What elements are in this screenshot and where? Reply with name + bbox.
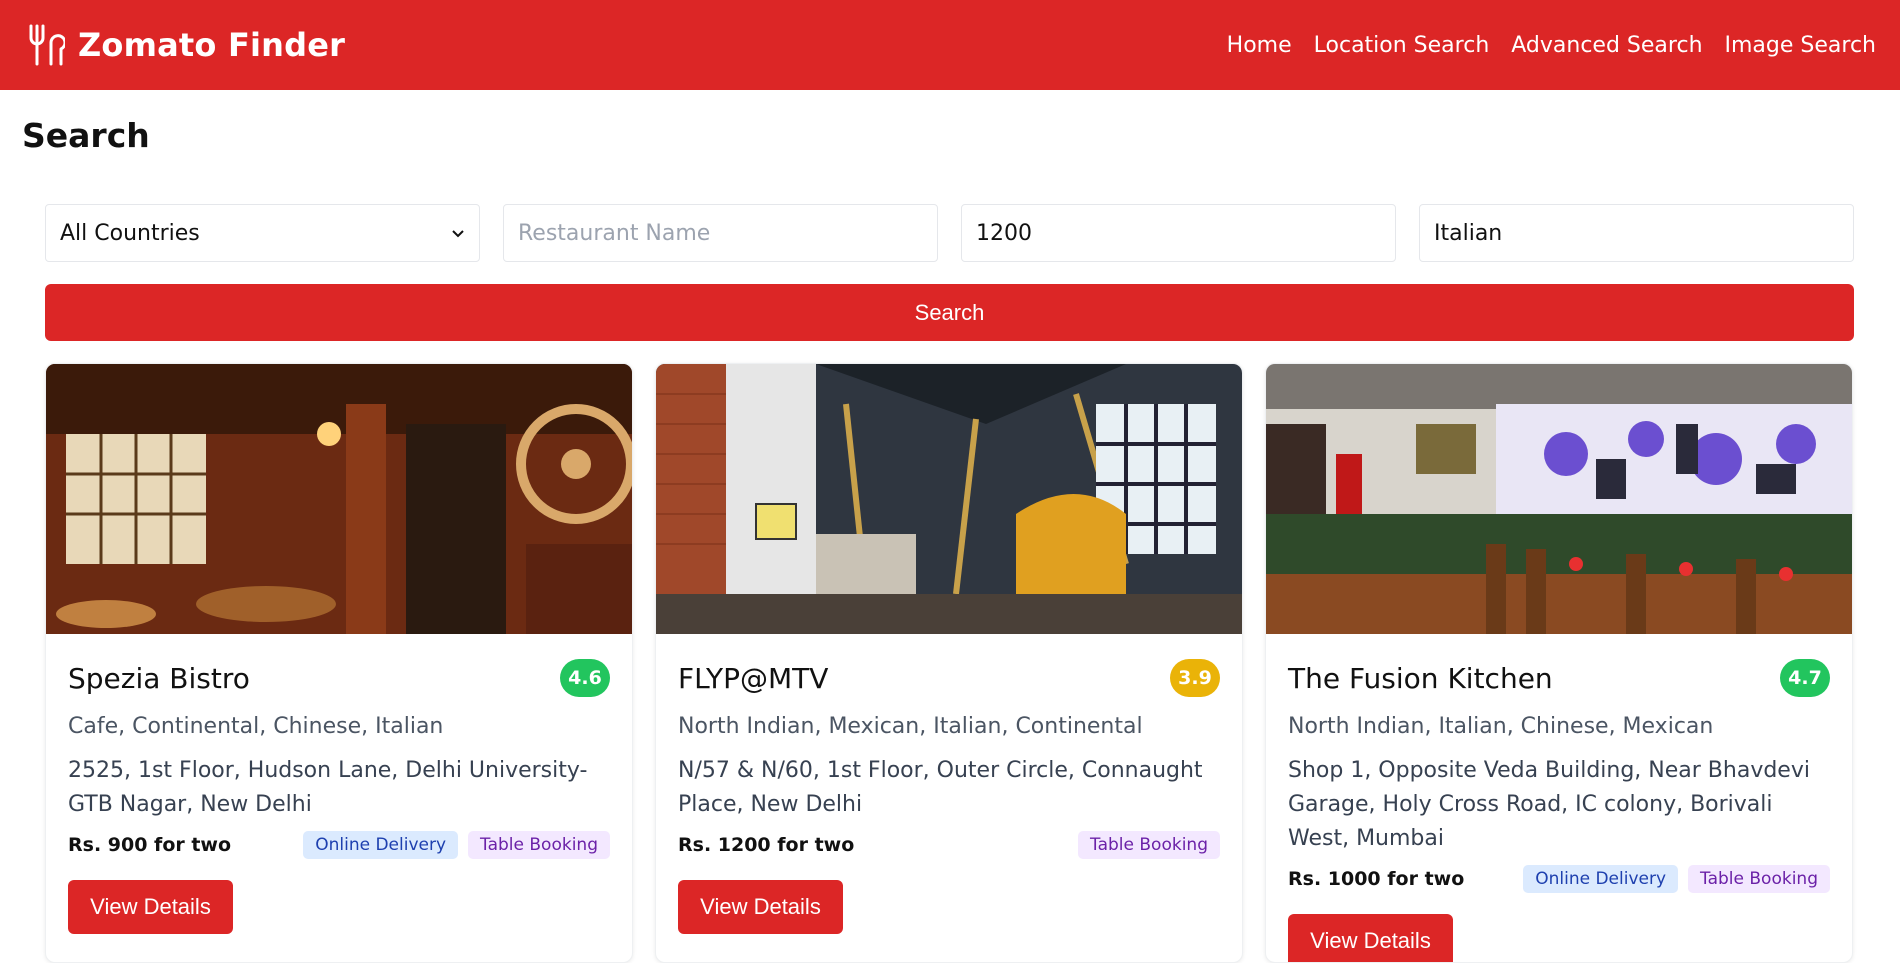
results-grid: Spezia Bistro 4.6 Cafe, Continental, Chi… [45, 363, 1854, 963]
restaurant-name: Spezia Bistro [68, 661, 250, 695]
nav-home[interactable]: Home [1227, 33, 1292, 58]
restaurant-address: 2525, 1st Floor, Hudson Lane, Delhi Univ… [68, 758, 588, 817]
restaurant-photo [1266, 364, 1852, 634]
nav-image-search[interactable]: Image Search [1725, 33, 1876, 58]
restaurant-card: The Fusion Kitchen 4.7 North Indian, Ita… [1265, 363, 1853, 963]
restaurant-address: Shop 1, Opposite Veda Building, Near Bha… [1288, 758, 1810, 851]
search-button[interactable]: Search [45, 284, 1854, 341]
app-title: Zomato Finder [78, 26, 346, 64]
brand[interactable]: Zomato Finder [24, 22, 345, 68]
cuisine-input[interactable]: Italian [1419, 204, 1854, 262]
search-filters: All Countries Restaurant Name 1200 Itali… [45, 204, 1854, 262]
restaurant-photo [656, 364, 1242, 634]
nav-advanced-search[interactable]: Advanced Search [1511, 33, 1702, 58]
cost-input[interactable]: 1200 [961, 204, 1396, 262]
restaurant-price: Rs. 1200 for two [678, 834, 855, 856]
page-title: Search [22, 116, 150, 155]
online-delivery-tag: Online Delivery [1523, 865, 1679, 893]
online-delivery-tag: Online Delivery [303, 831, 459, 859]
rating-badge: 3.9 [1170, 659, 1220, 697]
restaurant-name-input[interactable]: Restaurant Name [503, 204, 938, 262]
restaurant-name: FLYP@MTV [678, 661, 829, 695]
rating-badge: 4.7 [1780, 659, 1830, 697]
nav-location-search[interactable]: Location Search [1314, 33, 1490, 58]
restaurant-price: Rs. 1000 for two [1288, 868, 1465, 890]
chevron-down-icon [451, 223, 465, 244]
restaurant-cuisines: North Indian, Italian, Chinese, Mexican [1288, 714, 1714, 739]
nav-links: Home Location Search Advanced Search Ima… [1227, 33, 1876, 58]
country-select-value: All Countries [60, 220, 200, 246]
restaurant-photo [46, 364, 632, 634]
restaurant-name: The Fusion Kitchen [1288, 661, 1553, 695]
restaurant-cuisines: North Indian, Mexican, Italian, Continen… [678, 714, 1143, 739]
view-details-button[interactable]: View Details [1288, 914, 1453, 962]
rating-badge: 4.6 [560, 659, 610, 697]
country-select[interactable]: All Countries [45, 204, 480, 262]
table-booking-tag: Table Booking [468, 831, 610, 859]
view-details-button[interactable]: View Details [678, 880, 843, 934]
view-details-button[interactable]: View Details [68, 880, 233, 934]
fork-knife-icon [24, 22, 66, 68]
navbar: Zomato Finder Home Location Search Advan… [0, 0, 1900, 90]
table-booking-tag: Table Booking [1078, 831, 1220, 859]
restaurant-price: Rs. 900 for two [68, 834, 232, 856]
restaurant-card: Spezia Bistro 4.6 Cafe, Continental, Chi… [45, 363, 633, 963]
table-booking-tag: Table Booking [1688, 865, 1830, 893]
restaurant-card: FLYP@MTV 3.9 North Indian, Mexican, Ital… [655, 363, 1243, 963]
restaurant-cuisines: Cafe, Continental, Chinese, Italian [68, 714, 444, 739]
restaurant-address: N/57 & N/60, 1st Floor, Outer Circle, Co… [678, 758, 1203, 817]
